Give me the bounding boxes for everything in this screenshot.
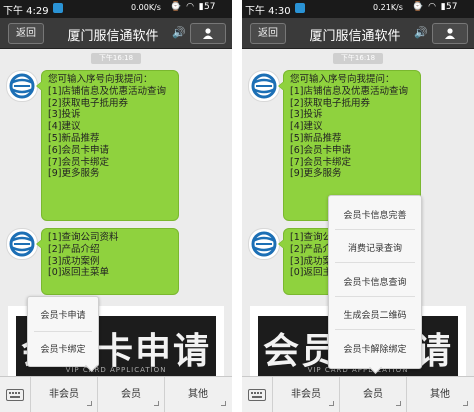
message-line: [6]会员卡申请 — [48, 144, 109, 156]
screen-left: 下午 4:29 0.00K/s ⌚ ◠ ▮ 57 返回 厦门服信通软件 🔊 下午… — [0, 0, 232, 412]
wifi-signal-icon: ⌚ ◠ ▮ — [170, 2, 205, 12]
screen-divider — [232, 0, 242, 412]
keyboard-icon — [248, 389, 266, 401]
message-line: [9]更多服务 — [290, 168, 342, 180]
wifi-signal-icon: ⌚ ◠ ▮ — [412, 2, 447, 12]
screen-right: 下午 4:30 0.21K/s ⌚ ◠ ▮ 57 返回 厦门服信通软件 🔊 下午… — [242, 0, 474, 412]
menu-item-card-bind[interactable]: 会员卡绑定 — [28, 342, 98, 355]
menu-tab-member[interactable]: 会员 — [98, 377, 165, 412]
battery-icon: 57 — [446, 2, 458, 12]
page-title: 厦门服信通软件 — [309, 29, 401, 44]
message-line: [4]建议 — [48, 121, 81, 133]
user-icon — [203, 28, 213, 39]
battery-icon: 57 — [204, 2, 216, 12]
message-bubble: 您可输入序号向我提问： [1]店铺信息及优惠活动查询 [2]获取电子抵用券 [3… — [36, 70, 179, 221]
bot-avatar — [248, 228, 280, 260]
menu-item-consumption-records[interactable]: 消费记录查询 — [329, 241, 421, 254]
back-button[interactable]: 返回 — [8, 23, 44, 44]
menu-item-generate-qrcode[interactable]: 生成会员二维码 — [329, 308, 421, 321]
message-line: [2]获取电子抵用券 — [290, 97, 370, 109]
divider — [335, 229, 415, 230]
message-line: [0]返回主菜单 — [48, 267, 109, 279]
menu-tab-other[interactable]: 其他 — [165, 377, 231, 412]
status-network-speed: 0.00K/s — [131, 3, 161, 12]
message-bubble: [1]查询公司资料 [2]产品介绍 [3]成功案例 [0]返回主菜单 — [36, 228, 179, 295]
menu-tab-non-member[interactable]: 非会员 — [273, 377, 340, 412]
title-bar: 返回 厦门服信通软件 🔊 — [242, 18, 474, 49]
divider — [335, 329, 415, 330]
menu-tab-member[interactable]: 会员 — [340, 377, 407, 412]
status-time: 下午 4:29 — [3, 6, 49, 17]
title-bar: 返回 厦门服信通软件 🔊 — [0, 18, 232, 49]
menu-item-card-info-query[interactable]: 会员卡信息查询 — [329, 275, 421, 288]
user-icon — [445, 28, 455, 39]
submenu-popup: 会员卡申请 会员卡绑定 — [27, 296, 99, 372]
message-line: [4]建议 — [290, 121, 323, 133]
bot-avatar — [6, 228, 38, 260]
message-timestamp: 下午16:18 — [91, 53, 141, 64]
message-line: [5]新品推荐 — [290, 132, 342, 144]
bot-avatar — [248, 70, 280, 102]
menu-item-card-apply[interactable]: 会员卡申请 — [28, 308, 98, 321]
message-line: [1]店铺信息及优惠活动查询 — [48, 85, 166, 97]
keyboard-icon — [6, 389, 24, 401]
message-line: [9]更多服务 — [48, 168, 100, 180]
message-line: [1]店铺信息及优惠活动查询 — [290, 85, 408, 97]
app-notification-icon — [295, 3, 305, 13]
message-line: 您可输入序号向我提问： — [48, 74, 153, 85]
keyboard-toggle-button[interactable] — [242, 377, 273, 412]
bot-avatar — [6, 70, 38, 102]
message-line: 您可输入序号向我提问： — [290, 74, 395, 85]
message-line: [1]查询公司资料 — [48, 232, 119, 243]
message-line: [2]获取电子抵用券 — [48, 97, 128, 109]
status-time: 下午 4:30 — [245, 6, 291, 17]
menu-tab-other[interactable]: 其他 — [407, 377, 473, 412]
custom-menu-bar: 非会员 会员 其他 — [0, 376, 232, 412]
menu-item-card-unbind[interactable]: 会员卡解除绑定 — [329, 342, 421, 355]
speaker-icon[interactable]: 🔊 — [172, 26, 186, 39]
profile-button[interactable] — [190, 23, 226, 44]
status-bar: 下午 4:30 0.21K/s ⌚ ◠ ▮ 57 — [242, 0, 474, 18]
status-bar: 下午 4:29 0.00K/s ⌚ ◠ ▮ 57 — [0, 0, 232, 18]
divider — [34, 331, 92, 332]
message-line: [7]会员卡绑定 — [48, 156, 109, 168]
logo-icon — [251, 231, 277, 257]
keyboard-toggle-button[interactable] — [0, 377, 31, 412]
status-network-speed: 0.21K/s — [373, 3, 403, 12]
page-title: 厦门服信通软件 — [67, 29, 159, 44]
banner-subtitle: VIP CARD APPLICATION — [65, 366, 167, 374]
message-line: [7]会员卡绑定 — [290, 156, 351, 168]
message-line: [5]新品推荐 — [48, 132, 100, 144]
divider — [335, 262, 415, 263]
message-timestamp: 下午16:18 — [333, 53, 383, 64]
message-line: [2]产品介绍 — [48, 243, 100, 255]
logo-icon — [9, 73, 35, 99]
app-notification-icon — [53, 3, 63, 13]
logo-icon — [251, 73, 277, 99]
divider — [335, 296, 415, 297]
message-line: [3]投诉 — [290, 109, 323, 121]
custom-menu-bar: 非会员 会员 其他 — [242, 376, 474, 412]
message-line: [6]会员卡申请 — [290, 144, 351, 156]
speaker-icon[interactable]: 🔊 — [414, 26, 428, 39]
logo-icon — [9, 231, 35, 257]
message-line: [3]成功案例 — [48, 255, 100, 267]
profile-button[interactable] — [432, 23, 468, 44]
back-button[interactable]: 返回 — [250, 23, 286, 44]
menu-tab-non-member[interactable]: 非会员 — [31, 377, 98, 412]
message-line: [3]投诉 — [48, 109, 81, 121]
submenu-popup: 会员卡信息完善 消费记录查询 会员卡信息查询 生成会员二维码 会员卡解除绑定 — [328, 195, 422, 374]
menu-item-card-info-complete[interactable]: 会员卡信息完善 — [329, 208, 421, 221]
